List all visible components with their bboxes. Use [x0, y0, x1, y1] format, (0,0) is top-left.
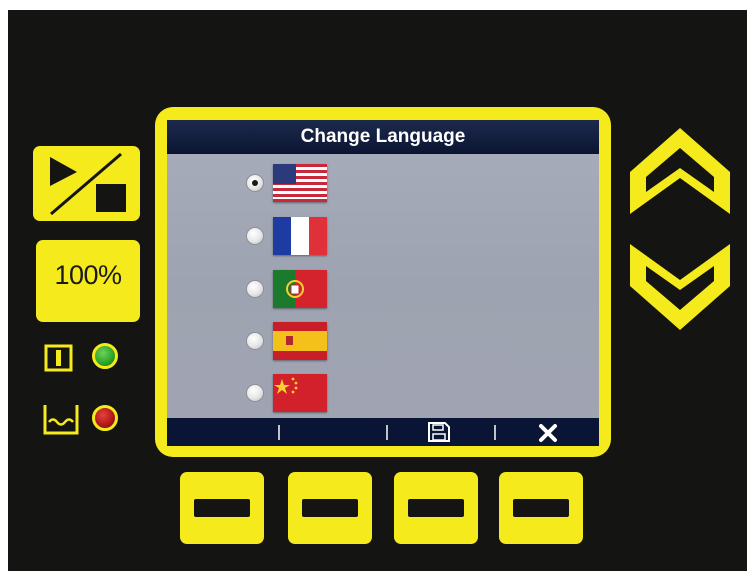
softkey-2-button[interactable] — [288, 472, 372, 544]
language-radio[interactable] — [247, 333, 263, 349]
softkey-separator — [278, 425, 280, 440]
display-screen: Change Language — [167, 120, 599, 446]
language-option-portuguese[interactable] — [167, 270, 599, 310]
softkey-3-button[interactable] — [394, 472, 478, 544]
softkey-bar-mark — [302, 499, 358, 517]
language-option-spanish[interactable] — [167, 322, 599, 362]
united-states-flag — [273, 164, 327, 202]
france-flag — [273, 217, 327, 255]
spain-flag — [273, 322, 327, 360]
softkey-bar-mark — [513, 499, 569, 517]
softkey-separator — [494, 425, 496, 440]
chevron-up-icon[interactable] — [626, 122, 734, 222]
softkey-separator — [386, 425, 388, 440]
percent-label: 100% — [54, 260, 122, 290]
softkey-1-button[interactable] — [180, 472, 264, 544]
zoom-100-button[interactable]: 100% — [36, 240, 140, 322]
close-icon — [539, 424, 557, 442]
language-radio[interactable] — [247, 385, 263, 401]
language-option-chinese[interactable] — [167, 374, 599, 414]
chevron-down-icon[interactable] — [626, 236, 734, 336]
language-option-english[interactable] — [167, 164, 599, 204]
save-icon — [428, 422, 450, 442]
screen-title: Change Language — [167, 120, 599, 154]
softkey-4-button[interactable] — [499, 472, 583, 544]
power-status-led — [92, 343, 118, 369]
softkey-bar — [167, 418, 599, 446]
play-stop-button[interactable] — [33, 146, 140, 221]
softkey-bar-mark — [408, 499, 464, 517]
china-flag — [273, 374, 327, 412]
radio-selected-dot — [252, 180, 258, 186]
softkey-bar-mark — [194, 499, 250, 517]
portugal-flag — [273, 270, 327, 308]
tank-status-led — [92, 405, 118, 431]
language-radio[interactable] — [247, 228, 263, 244]
language-radio[interactable] — [247, 175, 263, 191]
play-stop-icon — [50, 152, 126, 216]
language-radio[interactable] — [247, 281, 263, 297]
tank-icon — [43, 405, 79, 435]
language-option-french[interactable] — [167, 217, 599, 257]
power-icon — [44, 344, 73, 372]
